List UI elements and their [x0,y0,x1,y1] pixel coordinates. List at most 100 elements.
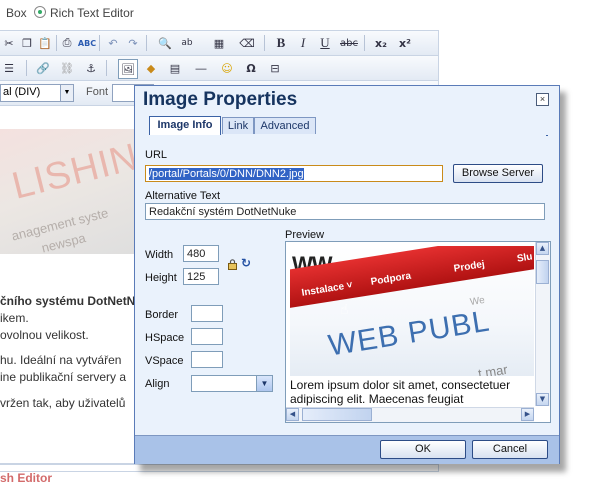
width-label: Width [145,249,174,261]
tab-link[interactable]: Link [222,117,254,134]
preview-nav-item: Instalace ˅ [300,279,354,299]
border-input[interactable] [191,305,223,322]
smiley-icon[interactable]: ☺ [218,59,236,77]
hspace-label: HSpace [145,332,185,344]
lock-ratio-icon[interactable] [228,259,237,270]
document-text-line: hu. Ideální na vytvářen [0,353,122,367]
toolbar-row-2: ☰ 🔗 ⛓ ⚓ 🖼 ◆ ▤ ― ☺ Ω ⊟ [0,56,438,81]
scroll-thumb[interactable] [536,260,549,284]
spellcheck-icon[interactable]: ABC [78,34,96,52]
preview-headline: WEB PUBL [326,304,493,363]
cut-icon[interactable]: ✂ [0,34,18,52]
scroll-down-icon[interactable]: ▼ [536,393,549,406]
alt-text-label: Alternative Text [145,190,221,202]
align-label: Align [145,378,170,390]
toolbar-separator [264,35,265,51]
image-icon[interactable]: 🖼 [118,59,138,79]
scroll-left-icon[interactable]: ◀ [286,408,299,421]
cancel-button[interactable]: Cancel [472,440,548,459]
document-text-line: ine publikační servery a [0,370,127,384]
preview-text: Lorem ipsum dolor sit amet, consectetuer… [290,378,511,406]
toolbar-separator [26,60,27,76]
preview-label: Preview [285,229,325,241]
bold-button[interactable]: B [272,34,290,52]
format-select[interactable]: al (DIV) ▼ [0,84,74,102]
document-text-line: ovolnou velikost. [0,328,89,342]
page-break-icon[interactable]: ⊟ [266,59,284,77]
rich-text-radio[interactable] [34,6,46,18]
hspace-input[interactable] [191,328,223,345]
dialog-title: Image Properties [143,89,298,110]
print-icon[interactable]: ⎙ [58,34,76,52]
editor-mode-bar: Box Rich Text Editor [0,0,600,26]
editor-footer-title: sh Editor [0,471,53,485]
cursor-hand-icon: ☝ [340,301,349,317]
scroll-right-icon[interactable]: ▶ [521,408,534,421]
select-all-icon[interactable]: ▦ [210,34,228,52]
undo-icon[interactable]: ↶ [104,34,122,52]
vertical-scrollbar[interactable]: ▲ ▼ [535,242,550,406]
url-label: URL [145,149,168,161]
justify-icon[interactable]: ☰ [0,59,18,77]
subscript-button[interactable]: x₂ [372,34,390,52]
redo-icon[interactable]: ↷ [124,34,142,52]
url-value: /portal/Portals/0/DNN/DNN2.jpg [149,168,304,180]
border-label: Border [145,309,179,321]
tab-advanced[interactable]: Advanced [254,117,316,134]
strikethrough-button[interactable]: abc [340,34,358,52]
tab-strip: Image Info Link Advanced [145,116,548,136]
ok-button[interactable]: OK [380,440,466,459]
image-properties-dialog: Image Properties × Image Info Link Advan… [134,85,560,464]
alt-text-input[interactable]: Redakční systém DotNetNuke [145,203,545,220]
horizontal-scrollbar[interactable]: ◀ ▶ [286,407,534,422]
scroll-up-icon[interactable]: ▲ [536,242,549,255]
banner-title: LISHING [8,129,145,208]
horizontal-rule-icon[interactable]: ― [192,59,210,77]
table-icon[interactable]: ▤ [166,59,184,77]
unlink-icon[interactable]: ⛓ [58,59,76,77]
preview-nav-item: Slu [516,251,534,265]
toolbar-separator [99,35,100,51]
browse-server-button[interactable]: Browse Server [453,164,543,183]
width-input[interactable]: 480 [183,245,219,262]
link-icon[interactable]: 🔗 [34,59,52,77]
rich-text-label[interactable]: Rich Text Editor [50,6,134,20]
special-char-icon[interactable]: Ω [242,59,260,77]
toolbar-separator [364,35,365,51]
align-select[interactable]: ▼ [191,375,273,392]
tab-image-info[interactable]: Image Info [149,116,221,135]
height-input[interactable]: 125 [183,268,219,285]
toolbar-separator [56,35,57,51]
replace-icon[interactable]: ab [178,34,196,52]
height-label: Height [145,272,177,284]
dialog-footer: OK Cancel [135,435,559,464]
toolbar-row-1: ✂ ❐ 📋 ⎙ ABC ↶ ↷ 🔍 ab ▦ ⌫ B I U abc x₂ x² [0,31,438,56]
preview-image: WW We Instalace ˅ Podpora Prodej Slu ☝ W… [290,246,534,376]
superscript-button[interactable]: x² [396,34,414,52]
anchor-icon[interactable]: ⚓ [82,59,100,77]
toolbar-separator [106,60,107,76]
toolbar-separator [146,35,147,51]
format-select-value: al (DIV) [3,86,41,98]
image-info-panel: URL /portal/Portals/0/DNN/DNN2.jpg Brows… [145,135,551,427]
preview-pane[interactable]: WW We Instalace ˅ Podpora Prodej Slu ☝ W… [285,241,551,423]
flash-icon[interactable]: ◆ [142,59,160,77]
remove-format-icon[interactable]: ⌫ [238,34,256,52]
close-icon[interactable]: × [536,93,549,106]
document-text-line: vržen tak, aby uživatelů [0,396,126,410]
url-input[interactable]: /portal/Portals/0/DNN/DNN2.jpg [145,165,443,182]
italic-button[interactable]: I [294,34,312,52]
paste-icon[interactable]: 📋 [36,34,54,52]
vspace-input[interactable] [191,351,223,368]
underline-button[interactable]: U [316,34,334,52]
scroll-thumb[interactable] [302,408,372,421]
find-icon[interactable]: 🔍 [156,34,174,52]
reset-size-icon[interactable]: ↻ [241,257,253,269]
vspace-label: VSpace [145,355,184,367]
document-text-line: ikem. [0,311,29,325]
chevron-down-icon: ▼ [60,85,73,101]
copy-icon[interactable]: ❐ [18,34,36,52]
basic-box-label[interactable]: Box [6,6,27,20]
preview-nav-item: Podpora [370,270,412,288]
font-label: Font [86,86,109,98]
